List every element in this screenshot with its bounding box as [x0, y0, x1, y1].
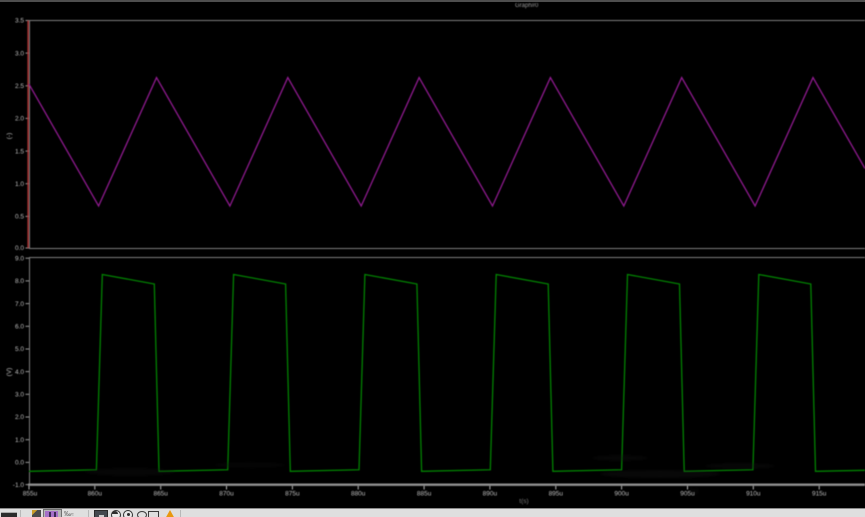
svg-text:0.0: 0.0 — [15, 460, 24, 467]
svg-text:1.0: 1.0 — [15, 437, 24, 444]
svg-text:865u: 865u — [153, 491, 168, 498]
svg-text:2.0: 2.0 — [15, 414, 24, 421]
svg-text:9.0: 9.0 — [15, 255, 24, 262]
svg-text:860u: 860u — [88, 491, 103, 498]
svg-text:905u: 905u — [680, 491, 695, 498]
svg-text:915u: 915u — [812, 491, 827, 498]
svg-text:885u: 885u — [417, 491, 432, 498]
svg-text:0.0: 0.0 — [15, 245, 24, 252]
svg-text:900u: 900u — [614, 491, 629, 498]
svg-text:t(s): t(s) — [519, 498, 528, 505]
svg-text:2.0: 2.0 — [15, 116, 24, 123]
svg-text:875u: 875u — [285, 491, 300, 498]
svg-text:0.5: 0.5 — [15, 214, 24, 221]
svg-text:5.0: 5.0 — [15, 346, 24, 353]
svg-text:880u: 880u — [351, 491, 366, 498]
svg-text:(-): (-) — [6, 133, 13, 140]
svg-text:910u: 910u — [746, 491, 761, 498]
svg-text:-1.0: -1.0 — [13, 482, 25, 489]
svg-text:3.5: 3.5 — [15, 18, 24, 25]
svg-text:895u: 895u — [549, 491, 564, 498]
svg-text:890u: 890u — [483, 491, 498, 498]
svg-text:855u: 855u — [23, 491, 38, 498]
svg-text:3.0: 3.0 — [15, 50, 24, 57]
svg-text:1.0: 1.0 — [15, 181, 24, 188]
svg-text:6.0: 6.0 — [15, 324, 24, 331]
svg-text:8.0: 8.0 — [15, 278, 24, 285]
svg-text:4.0: 4.0 — [15, 369, 24, 376]
svg-text:1.5: 1.5 — [15, 148, 24, 155]
svg-text:2.5: 2.5 — [15, 83, 24, 90]
svg-text:7.0: 7.0 — [15, 301, 24, 308]
svg-text:(V): (V) — [6, 368, 13, 377]
svg-text:3.0: 3.0 — [15, 392, 24, 399]
svg-text:870u: 870u — [219, 491, 234, 498]
